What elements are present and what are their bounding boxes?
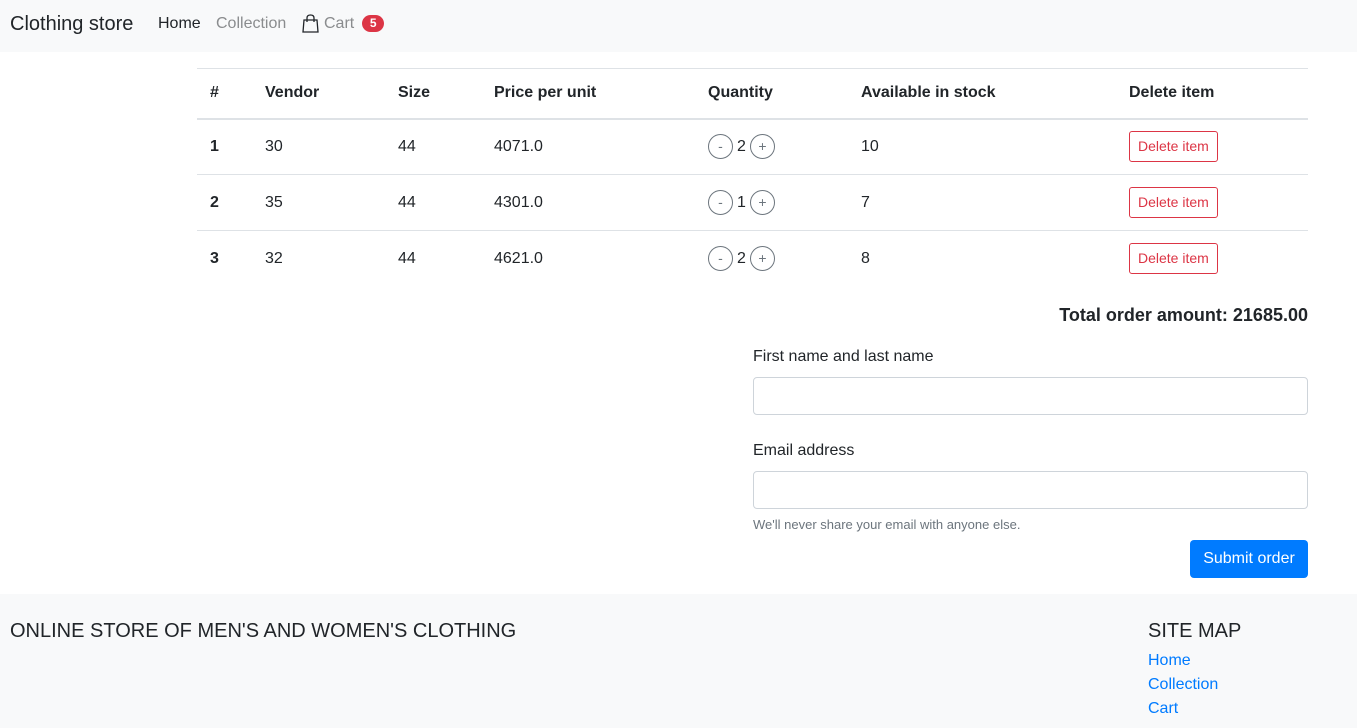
row-price: 4621.0 — [494, 249, 543, 267]
site-map: SITE MAP Home Collection Cart — [1148, 620, 1241, 721]
row-vendor: 32 — [265, 249, 283, 267]
footer: ONLINE STORE OF MEN'S AND WOMEN'S CLOTHI… — [0, 594, 1357, 728]
email-field-group: Email address We'll never share your ema… — [753, 440, 1308, 532]
quantity-value: 1 — [737, 193, 746, 211]
footer-title: ONLINE STORE OF MEN'S AND WOMEN'S CLOTHI… — [10, 620, 517, 642]
site-map-title: SITE MAP — [1148, 620, 1242, 642]
col-header-index: # — [197, 68, 252, 120]
shopping-bag-icon — [302, 14, 319, 33]
cart-label: Cart — [324, 15, 355, 32]
footer-link-home[interactable]: Home — [1148, 649, 1241, 673]
footer-link-collection[interactable]: Collection — [1148, 673, 1241, 697]
row-index: 1 — [197, 118, 252, 175]
decrement-button[interactable]: - — [708, 134, 733, 160]
row-index: 2 — [197, 174, 252, 231]
col-header-stock: Available in stock — [848, 68, 1116, 120]
col-header-vendor: Vendor — [252, 68, 385, 120]
cart-table: # Vendor Size Price per unit Quantity Av… — [197, 68, 1308, 287]
row-price: 4301.0 — [481, 174, 695, 231]
row-size: 44 — [385, 174, 481, 231]
row-size: 44 — [385, 118, 481, 175]
name-label: First name and last name — [753, 348, 934, 365]
navbar: Clothing store Home Collection Cart 5 — [0, 0, 1357, 52]
table-row: 1 30 44 4071.0 - 2 + 10 Delete item — [197, 118, 1308, 175]
brand-logo[interactable]: Clothing store — [10, 12, 133, 36]
table-row: 3 32 44 4621.0 - 2 + 8 Delete item — [197, 231, 1308, 287]
footer-link-cart[interactable]: Cart — [1148, 697, 1241, 721]
row-vendor: 30 — [252, 118, 385, 175]
delete-item-button[interactable]: Delete item — [1129, 131, 1218, 163]
row-stock: 10 — [848, 118, 1116, 175]
increment-button[interactable]: + — [749, 246, 775, 272]
table-header-row: # Vendor Size Price per unit Quantity Av… — [197, 68, 1308, 120]
nav-collection-link[interactable]: Collection — [216, 14, 286, 33]
delete-item-button[interactable]: Delete item — [1129, 243, 1218, 275]
row-price: 4071.0 — [481, 118, 695, 175]
increment-button[interactable]: + — [749, 190, 775, 215]
total-order-amount: Total order amount: 21685.00 — [1059, 305, 1308, 325]
row-delete: Delete item — [1116, 118, 1308, 175]
email-help-text: We'll never share your email with anyone… — [753, 517, 1021, 532]
cart-count-badge: 5 — [362, 15, 385, 32]
nav-home-link[interactable]: Home — [158, 14, 201, 33]
row-stock: 8 — [861, 249, 870, 267]
email-input[interactable] — [753, 471, 1308, 509]
row-size: 44 — [398, 249, 416, 267]
row-quantity: - 2 + — [695, 231, 848, 287]
col-header-price: Price per unit — [481, 68, 695, 120]
delete-item-button[interactable]: Delete item — [1129, 187, 1218, 218]
row-index: 3 — [210, 249, 219, 267]
row-quantity: - 2 + — [695, 118, 848, 175]
col-header-size: Size — [385, 68, 481, 120]
col-header-quantity: Quantity — [695, 68, 848, 120]
row-quantity: - 1 + — [695, 174, 848, 231]
row-vendor: 35 — [252, 174, 385, 231]
row-stock: 7 — [848, 174, 1116, 231]
table-row: 2 35 44 4301.0 - 1 + 7 Delete item — [197, 174, 1308, 231]
decrement-button[interactable]: - — [708, 246, 733, 272]
name-input[interactable] — [753, 377, 1308, 415]
row-delete: Delete item — [1116, 231, 1308, 287]
nav-cart-link[interactable]: Cart 5 — [302, 14, 385, 33]
email-label: Email address — [753, 442, 855, 459]
name-field-group: First name and last name — [753, 346, 1308, 415]
order-form: First name and last name Email address W… — [753, 346, 1308, 532]
submit-order-button[interactable]: Submit order — [1190, 540, 1308, 578]
quantity-value: 2 — [737, 249, 746, 267]
quantity-value: 2 — [737, 137, 746, 155]
decrement-button[interactable]: - — [708, 190, 733, 215]
increment-button[interactable]: + — [749, 134, 775, 160]
row-delete: Delete item — [1116, 174, 1308, 231]
col-header-delete: Delete item — [1116, 68, 1308, 120]
